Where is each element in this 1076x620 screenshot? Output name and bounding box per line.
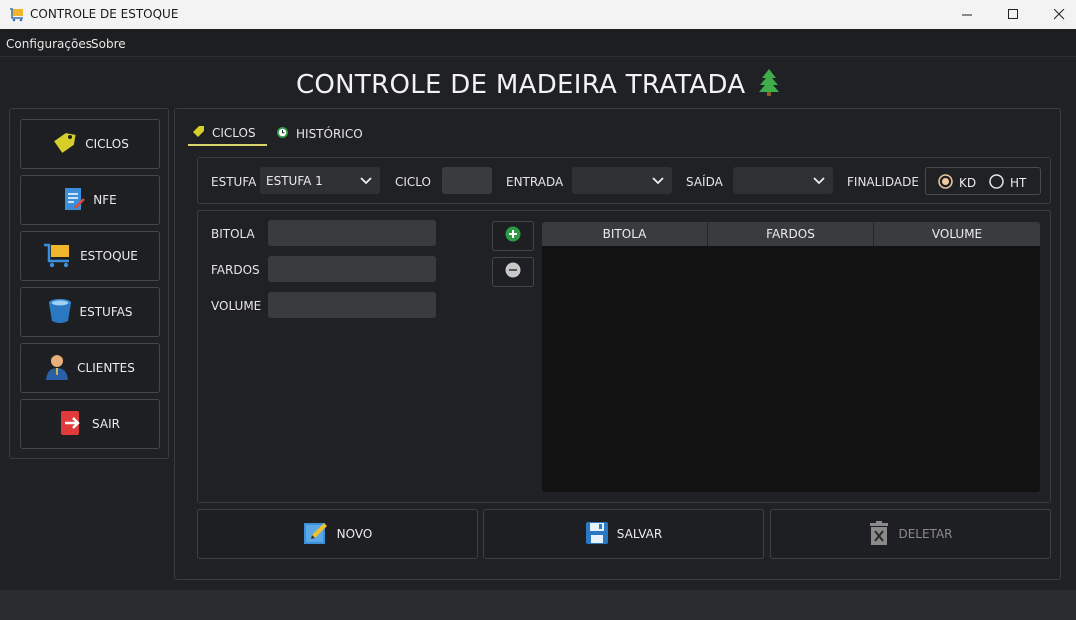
sidebar-item-clientes[interactable]: CLIENTES: [20, 343, 160, 393]
tab-ciclos[interactable]: CICLOS: [188, 122, 267, 146]
radio-kd[interactable]: KD: [938, 174, 976, 192]
tag-icon: [192, 125, 205, 141]
salvar-button[interactable]: SALVAR: [483, 509, 764, 559]
sidebar-item-label: ESTUFAS: [79, 305, 133, 319]
exit-icon: [60, 410, 84, 439]
add-row-button[interactable]: [492, 221, 534, 251]
table-header: BITOLA FARDOS VOLUME: [542, 222, 1040, 246]
close-button[interactable]: [1036, 0, 1076, 29]
sidebar-item-estufas[interactable]: ESTUFAS: [20, 287, 160, 337]
user-icon: [45, 353, 69, 384]
bitola-input[interactable]: [268, 220, 436, 246]
tree-icon: [754, 69, 780, 100]
entrada-label: ENTRADA: [506, 175, 564, 189]
deletar-label: DELETAR: [898, 527, 953, 541]
fardos-input[interactable]: [268, 256, 436, 282]
salvar-label: SALVAR: [616, 527, 663, 541]
sidebar: CICLOS NFE ESTOQUE ESTUFAS CLIENTES SAIR: [9, 108, 169, 459]
maximize-button[interactable]: [990, 0, 1036, 29]
save-icon: [585, 521, 609, 548]
saida-label: SAÍDA: [686, 175, 723, 189]
sidebar-item-label: CLIENTES: [77, 361, 135, 375]
ciclo-input[interactable]: [442, 167, 492, 194]
finalidade-label: FINALIDADE: [847, 175, 919, 189]
close-icon: [1053, 5, 1065, 24]
volume-label: VOLUME: [211, 299, 262, 313]
trash-icon: [868, 520, 890, 549]
saida-date-select[interactable]: [733, 167, 833, 194]
items-table[interactable]: BITOLA FARDOS VOLUME: [542, 222, 1040, 492]
page-title-text: CONTROLE DE MADEIRA TRATADA: [295, 70, 746, 100]
column-header-volume[interactable]: VOLUME: [874, 222, 1040, 246]
volume-input[interactable]: [268, 292, 436, 318]
minimize-button[interactable]: [944, 0, 990, 29]
cart-icon: [9, 7, 25, 22]
column-header-fardos[interactable]: FARDOS: [708, 222, 874, 246]
ciclo-label: CICLO: [395, 175, 431, 189]
edit-icon: [303, 520, 329, 549]
sidebar-item-estoque[interactable]: ESTOQUE: [20, 231, 160, 281]
window-title: CONTROLE DE ESTOQUE: [30, 7, 179, 21]
deletar-button[interactable]: DELETAR: [770, 509, 1051, 559]
remove-row-button[interactable]: [492, 257, 534, 287]
finalidade-radio-group: KD HT: [925, 167, 1041, 195]
estufa-select-value: ESTUFA 1: [266, 173, 323, 188]
chevron-down-icon: [813, 175, 825, 189]
bitola-label: BITOLA: [211, 227, 255, 241]
sidebar-item-label: SAIR: [92, 417, 120, 431]
sidebar-item-sair[interactable]: SAIR: [20, 399, 160, 449]
novo-label: NOVO: [336, 527, 373, 541]
fardos-label: FARDOS: [211, 263, 260, 277]
bucket-icon: [48, 297, 72, 328]
chevron-down-icon: [360, 175, 372, 189]
novo-button[interactable]: NOVO: [197, 509, 478, 559]
minus-circle-icon: [505, 262, 521, 282]
radio-ht-label: HT: [1010, 176, 1027, 190]
cart-icon: [42, 242, 72, 271]
radio-ht[interactable]: HT: [989, 174, 1026, 192]
tag-icon: [51, 130, 77, 159]
tab-label: CICLOS: [212, 126, 256, 140]
minimize-icon: [961, 5, 973, 24]
tab-historico[interactable]: HISTÓRICO: [276, 122, 363, 146]
estufa-label: ESTUFA: [211, 175, 257, 189]
column-header-bitola[interactable]: BITOLA: [542, 222, 708, 246]
radio-unchecked-icon: [989, 174, 1004, 192]
clock-icon: [276, 126, 289, 142]
plus-circle-icon: [505, 226, 521, 246]
chevron-down-icon: [652, 175, 664, 189]
status-bar: [0, 590, 1076, 620]
maximize-icon: [1007, 5, 1019, 24]
page-title: CONTROLE DE MADEIRA TRATADA: [0, 68, 1076, 100]
entrada-date-select[interactable]: [572, 167, 672, 194]
invoice-icon: [63, 186, 86, 215]
menu-bar: Configurações Sobre: [0, 29, 1076, 57]
sidebar-item-nfe[interactable]: NFE: [20, 175, 160, 225]
sidebar-item-label: ESTOQUE: [80, 249, 138, 263]
window-titlebar: CONTROLE DE ESTOQUE: [0, 0, 1076, 29]
estufa-select[interactable]: ESTUFA 1: [260, 167, 380, 194]
menu-configuracoes[interactable]: Configurações: [6, 37, 92, 51]
radio-kd-label: KD: [959, 176, 977, 190]
tab-label: HISTÓRICO: [296, 127, 363, 141]
sidebar-item-label: NFE: [93, 193, 117, 207]
sidebar-item-ciclos[interactable]: CICLOS: [20, 119, 160, 169]
sidebar-item-label: CICLOS: [85, 137, 129, 151]
radio-checked-icon: [938, 174, 953, 192]
menu-sobre[interactable]: Sobre: [91, 37, 126, 51]
